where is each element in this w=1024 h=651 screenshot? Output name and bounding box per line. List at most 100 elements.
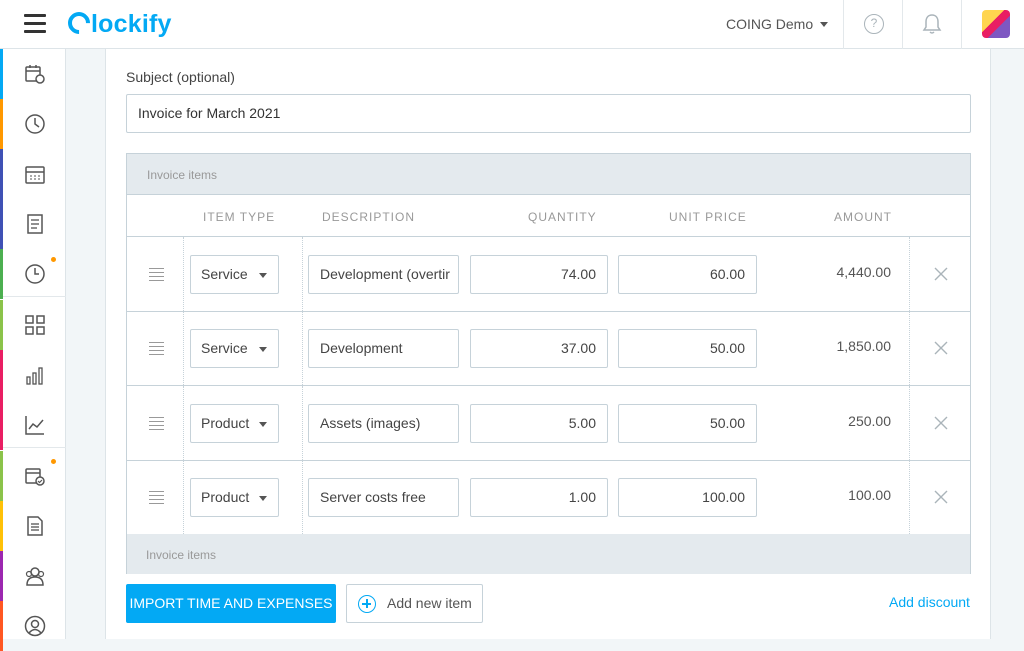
help-icon[interactable]: ? [864,14,884,34]
divider [909,237,910,311]
invoice-editor-card: Subject (optional) Invoice for March 202… [105,49,991,639]
clock-icon [25,114,45,134]
team-icon [25,567,45,586]
close-icon[interactable] [933,489,949,505]
column-header-amount: AMOUNT [834,210,892,224]
sidebar-divider [3,447,66,448]
description-input[interactable]: Server costs free [308,477,459,517]
sidebar-color-bar [0,400,3,450]
sidebar-color-bar [0,451,3,501]
invoice-item-row: Service Development 37.00 50.00 1,850.00 [127,311,970,386]
close-icon[interactable] [933,266,949,282]
sidebar-color-bar [0,551,3,601]
bar-chart-icon [26,367,43,385]
bell-icon[interactable] [922,13,942,40]
sidebar-color-bar [0,49,3,99]
invoice-icon [27,516,43,536]
close-icon[interactable] [933,340,949,356]
drag-handle-icon[interactable] [149,490,164,507]
unit-price-input[interactable]: 50.00 [618,329,757,369]
description-input[interactable]: Assets (images) [308,403,459,443]
sidebar-color-bar [0,249,3,299]
drag-handle-icon[interactable] [149,268,164,284]
calendar-icon [25,166,45,184]
item-type-value: Service [201,266,248,282]
plus-circle-icon [358,595,376,613]
close-icon[interactable] [933,415,949,431]
amount-value: 100.00 [848,486,891,503]
subject-label: Subject (optional) [126,69,235,85]
divider [183,311,184,386]
sidebar-item-calendar[interactable] [0,149,66,199]
invoice-items-footer: Invoice items [127,534,970,574]
quantity-input[interactable]: 1.00 [470,477,608,517]
sidebar-color-bar [0,199,3,249]
import-time-and-expenses-button[interactable]: IMPORT TIME AND EXPENSES [126,584,336,623]
divider [183,459,184,534]
sidebar-item-schedule[interactable] [0,451,66,501]
add-new-item-label: Add new item [387,595,472,611]
add-new-item-button[interactable]: Add new item [346,584,483,623]
divider [909,459,910,534]
quantity-input[interactable]: 5.00 [470,403,608,443]
clock-alert-icon [25,264,45,284]
item-type-select[interactable]: Service [190,255,279,294]
unit-price-input[interactable]: 100.00 [618,477,757,517]
invoice-items-header: Invoice items [127,154,970,194]
description-input[interactable]: Development [308,329,459,369]
chevron-down-icon [259,495,267,501]
quantity-input[interactable]: 74.00 [470,255,608,294]
sidebar-item-timesheet[interactable] [0,49,66,99]
divider [961,0,962,49]
sidebar-item-time-off[interactable] [0,249,66,299]
sidebar-item-reports[interactable] [0,350,66,400]
divider [302,459,303,534]
item-type-select[interactable]: Product [190,477,279,517]
logo[interactable]: lockify [63,7,172,39]
invoice-item-row: Product Server costs free 1.00 100.00 100.00 [127,459,970,534]
description-input[interactable]: Development (overtir [308,255,459,294]
unit-price-input[interactable]: 50.00 [618,403,757,443]
notification-dot [51,459,56,464]
add-discount-link[interactable]: Add discount [889,594,970,610]
chevron-down-icon [259,347,267,353]
unit-price-input[interactable]: 60.00 [618,255,757,294]
column-header-description: DESCRIPTION [322,210,416,224]
item-type-value: Product [201,414,250,431]
sidebar-item-time-tracker[interactable] [0,99,66,149]
workspace-name: COING Demo [726,16,814,32]
drag-handle-icon[interactable] [149,416,164,433]
sidebar-item-analytics[interactable] [0,400,66,450]
sidebar-color-bar [0,350,3,400]
avatar[interactable] [982,10,1010,38]
amount-value: 4,440.00 [836,264,892,280]
subject-input[interactable]: Invoice for March 2021 [126,94,971,133]
sidebar-item-dashboard[interactable] [0,300,66,350]
sidebar-item-clients[interactable] [0,601,66,651]
column-header-item-type: ITEM TYPE [203,210,276,224]
calendar-clock-icon [25,65,45,84]
sidebar-color-bar [0,149,3,199]
item-type-select[interactable]: Product [190,403,279,443]
sidebar-item-team[interactable] [0,551,66,601]
divider [302,311,303,386]
user-circle-icon [24,615,46,637]
column-header-quantity: QUANTITY [528,210,597,224]
sidebar-color-bar [0,601,3,651]
item-type-select[interactable]: Service [190,329,279,369]
divider [909,385,910,460]
divider [902,0,903,49]
invoice-item-row: Service Development (overtir 74.00 60.00 4,4… [127,237,970,311]
divider [843,0,844,49]
hamburger-menu-icon[interactable] [24,14,46,34]
line-chart-icon [25,416,44,435]
sidebar-item-approvals[interactable] [0,199,66,249]
quantity-input[interactable]: 37.00 [470,329,608,369]
drag-handle-icon[interactable] [149,342,164,358]
chevron-down-icon [259,273,267,278]
sidebar-color-bar [0,99,3,149]
logo-text: lockify [91,10,172,38]
sidebar-item-invoices[interactable] [0,501,66,551]
document-list-icon [27,214,43,234]
workspace-selector[interactable]: COING Demo [726,16,829,32]
